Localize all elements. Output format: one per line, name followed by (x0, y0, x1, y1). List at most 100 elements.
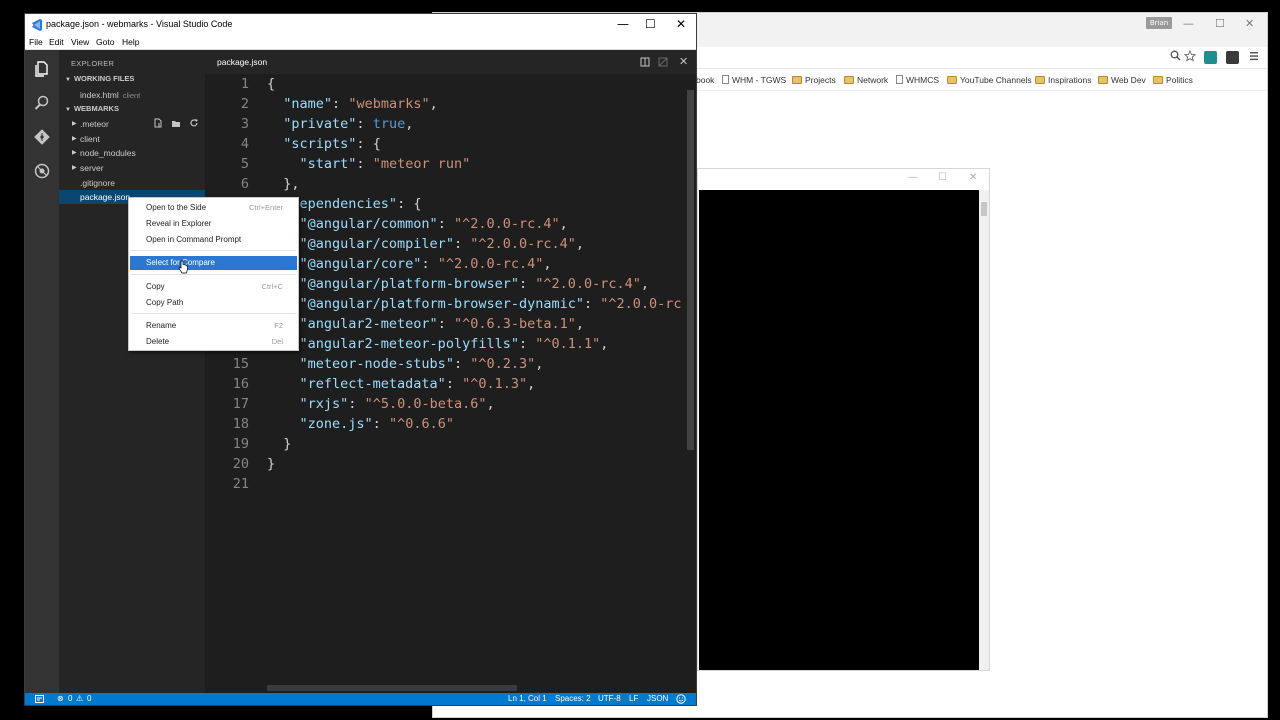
bookmark-folder[interactable]: Projects (792, 75, 836, 85)
menu-item-open-in-command-prompt[interactable]: Open in Command Prompt (130, 233, 297, 247)
code-line[interactable]: "zone.js": "^0.6.6" (267, 414, 454, 434)
warning-icon[interactable]: ⚠ (76, 693, 83, 705)
menu-edit[interactable]: Edit (49, 37, 64, 47)
code-line[interactable]: "@angular/compiler": "^2.0.0-rc.4", (267, 234, 585, 254)
indentation[interactable]: Spaces: 2 (555, 693, 591, 705)
folder-icon (947, 76, 957, 84)
tree-folder-node-modules[interactable]: ▶ node_modules (59, 146, 205, 160)
menu-item-reveal-in-explorer[interactable]: Reveal in Explorer (130, 217, 297, 231)
terminal-maximize-button[interactable]: ☐ (938, 172, 947, 183)
project-header[interactable]: ▼ WEBMARKS (65, 104, 119, 113)
code-line[interactable]: } (267, 454, 275, 474)
extension-icon[interactable] (1204, 51, 1217, 64)
code-line[interactable]: "start": "meteor run" (267, 154, 471, 174)
debug-icon[interactable] (33, 162, 51, 180)
git-icon[interactable] (33, 128, 51, 146)
browser-minimize-button[interactable]: — (1183, 17, 1194, 30)
close-tab-icon[interactable]: ✕ (679, 55, 688, 68)
search-icon[interactable] (33, 94, 51, 112)
menu-item-open-to-side[interactable]: Open to the Side Ctrl+Enter (130, 201, 297, 215)
bookmark-folder[interactable]: YouTube Channels (947, 75, 1032, 85)
bookmark-item[interactable]: WHMCS (896, 75, 939, 85)
code-line[interactable]: } (267, 434, 291, 454)
extension-icon[interactable] (1226, 51, 1239, 64)
bookmark-folder[interactable]: Politics (1153, 75, 1193, 85)
browser-close-button[interactable]: ✕ (1245, 17, 1254, 30)
working-file-item[interactable]: index.html client (59, 88, 205, 102)
split-editor-icon[interactable] (640, 57, 650, 67)
browser-maximize-button[interactable]: ☐ (1215, 17, 1225, 30)
terminal-minimize-button[interactable]: — (908, 172, 918, 183)
bookmark-folder[interactable]: Inspirations (1035, 75, 1091, 85)
error-icon[interactable]: ⊗ (57, 693, 64, 705)
user-chip[interactable]: Brian (1146, 17, 1172, 29)
menu-goto[interactable]: Goto (96, 37, 114, 47)
folder-icon (844, 76, 854, 84)
code-line[interactable]: "name": "webmarks", (267, 94, 437, 114)
window-title: package.json - webmarks - Visual Studio … (46, 19, 233, 29)
line-ending[interactable]: LF (629, 693, 638, 705)
menu-item-delete[interactable]: Delete Del (130, 335, 297, 349)
tab-package-json[interactable]: package.json (217, 57, 267, 67)
terminal-scrollbar[interactable] (979, 190, 989, 670)
status-bar: ⊗ 0 ⚠ 0 Ln 1, Col 1 Spaces: 2 UTF-8 LF J… (25, 693, 696, 705)
tree-folder-server[interactable]: ▶ server (59, 161, 205, 175)
menu-help[interactable]: Help (122, 37, 139, 47)
search-icon[interactable] (1170, 50, 1181, 64)
language-mode[interactable]: JSON (647, 693, 668, 705)
code-line[interactable]: "meteor-node-stubs": "^0.2.3", (267, 354, 544, 374)
hand-cursor-icon (178, 260, 188, 274)
line-number: 16 (232, 376, 249, 392)
code-line[interactable]: { (267, 74, 275, 94)
scrollbar-thumb[interactable] (267, 685, 517, 691)
star-icon[interactable] (1183, 49, 1197, 65)
menu-icon[interactable] (1249, 50, 1259, 64)
tree-folder-client[interactable]: ▶ client (59, 132, 205, 146)
code-line[interactable]: "@angular/platform-browser": "^2.0.0-rc.… (267, 274, 650, 294)
code-line[interactable]: "angular2-meteor-polyfills": "^0.1.1", (267, 334, 609, 354)
editor-horizontal-scrollbar[interactable] (267, 685, 517, 691)
editor-area[interactable]: package.json ✕ 1 2 3 4 5 6 7 8 9 10 11 1… (205, 50, 696, 693)
code-line[interactable]: "@angular/platform-browser-dynamic": "^2… (267, 294, 682, 314)
code-line[interactable]: "angular2-meteor": "^0.6.3-beta.1", (267, 314, 585, 334)
warning-count[interactable]: 0 (87, 693, 91, 705)
close-button[interactable]: ✕ (676, 17, 686, 31)
editor-vertical-scrollbar[interactable] (687, 90, 694, 450)
terminal-window[interactable]: — ☐ ✕ (697, 168, 990, 671)
terminal-titlebar: — ☐ ✕ (698, 169, 989, 190)
code-line[interactable]: "@angular/common": "^2.0.0-rc.4", (267, 214, 568, 234)
code-line[interactable]: "private": true, (267, 114, 413, 134)
menu-item-copy-path[interactable]: Copy Path (130, 296, 297, 310)
bookmark-folder[interactable]: Web Dev (1098, 75, 1146, 85)
folder-icon (1153, 76, 1163, 84)
open-changes-icon[interactable] (658, 57, 668, 67)
minimize-button[interactable]: — (617, 17, 629, 31)
code-line[interactable]: "scripts": { (267, 134, 381, 154)
bookmark-item[interactable]: book (696, 75, 714, 85)
feedback-smiley-icon[interactable] (676, 694, 686, 704)
code-line[interactable]: "reflect-metadata": "^0.1.3", (267, 374, 536, 394)
error-count[interactable]: 0 (68, 693, 72, 705)
terminal-close-button[interactable]: ✕ (969, 172, 977, 183)
code-line[interactable]: "rxjs": "^5.0.0-beta.6", (267, 394, 495, 414)
code-line[interactable]: }, (267, 174, 299, 194)
tree-folder-meteor[interactable]: ▶ .meteor (59, 117, 205, 131)
status-bar-icon[interactable] (35, 695, 44, 703)
vscode-logo-icon (32, 19, 42, 31)
files-icon[interactable] (33, 60, 51, 78)
code-line[interactable]: "@angular/core": "^2.0.0-rc.4", (267, 254, 552, 274)
menu-item-rename[interactable]: Rename F2 (130, 319, 297, 333)
bookmark-folder[interactable]: Network (844, 75, 888, 85)
working-files-header[interactable]: ▼ WORKING FILES (65, 74, 134, 83)
menu-item-copy[interactable]: Copy Ctrl+C (130, 280, 297, 294)
menu-view[interactable]: View (71, 37, 89, 47)
menu-file[interactable]: File (29, 37, 43, 47)
menu-item-select-for-compare[interactable]: Select for Compare (130, 256, 297, 270)
maximize-button[interactable]: ☐ (645, 17, 656, 31)
cursor-position[interactable]: Ln 1, Col 1 (508, 693, 547, 705)
tree-file-gitignore[interactable]: .gitignore (59, 176, 205, 190)
bookmark-item[interactable]: WHM - TGWS (722, 75, 786, 85)
terminal-screen[interactable] (699, 190, 979, 670)
encoding[interactable]: UTF-8 (598, 693, 621, 705)
scrollbar-thumb[interactable] (981, 202, 987, 216)
